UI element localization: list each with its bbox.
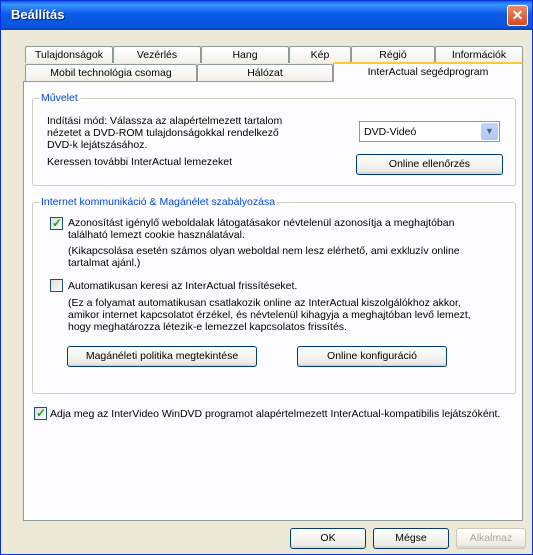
tab-informaciok[interactable]: Információk [435,46,523,63]
ok-button[interactable]: OK [290,528,366,549]
close-button[interactable]: ✕ [507,5,528,26]
settings-dialog: Beállítás ✕ Tulajdonságok Vezérlés Hang … [0,0,533,555]
privacy-group: Internet kommunikáció & Magánélet szabál… [32,196,516,394]
cookie-label-2: található lemezt cookie használatával. [68,229,245,241]
check-icon: ✓ [36,406,47,420]
startup-mode-text-2: nézetet a DVD-ROM tulajdonságokkal rende… [47,127,279,139]
cookie-note-2: tartalmat ajánl.) [68,257,141,269]
action-group-legend: Művelet [39,92,80,104]
tab-tulajdonsagok[interactable]: Tulajdonságok [25,46,113,63]
cancel-button[interactable]: Mégse [373,528,449,549]
auto-update-label: Automatikusan keresi az InterActual fris… [68,280,298,292]
tab-mobil-technologia[interactable]: Mobil technológia csomag [25,64,197,81]
auto-update-checkbox[interactable] [50,279,63,292]
chevron-down-icon[interactable]: ▼ [481,123,498,140]
tab-vezerles[interactable]: Vezérlés [113,46,201,63]
auto-update-note-1: (Ez a folyamat automatikusan csatlakozik… [68,297,461,309]
default-player-checkbox[interactable]: ✓ [34,406,47,420]
check-icon: ✓ [52,216,63,230]
startup-mode-select[interactable]: DVD-Videó ▼ [359,121,500,142]
search-discs-label: Keressen további InterActual lemezeket [47,156,233,168]
privacy-policy-button[interactable]: Magánéleti politika megtekintése [67,346,257,367]
tab-interactual[interactable]: InterActual segédprogram [333,62,523,82]
tab-regio[interactable]: Régió [351,46,435,63]
startup-mode-text-3: DVD-k lejátszásához. [47,139,148,151]
tab-panel: Művelet Indítási mód: Válassza az alapér… [23,81,523,521]
title-bar[interactable]: Beállítás ✕ [1,1,532,30]
startup-mode-text-1: Indítási mód: Válassza az alapértelmezet… [47,115,283,127]
online-config-button[interactable]: Online konfiguráció [297,346,447,367]
startup-mode-value: DVD-Videó [364,126,417,138]
online-check-button[interactable]: Online ellenőrzés [356,154,503,175]
tab-hang[interactable]: Hang [201,46,289,63]
tab-row-1: Tulajdonságok Vezérlés Hang Kép Régió In… [25,46,523,63]
cookie-note-1: (Kikapcsolása esetén számos olyan webold… [68,245,460,257]
auto-update-note-2: amikor internet kapcsolatot érzékel, és … [68,309,471,321]
action-group: Művelet Indítási mód: Válassza az alapér… [32,92,516,186]
default-player-label: Adja meg az InterVideo WinDVD programot … [50,408,501,420]
privacy-group-legend: Internet kommunikáció & Magánélet szabál… [39,196,278,208]
tab-halozat[interactable]: Hálózat [197,64,333,81]
auto-update-note-3: hogy meghatározza létezik-e lemezzel kap… [68,321,347,333]
tab-kep[interactable]: Kép [289,46,351,63]
tab-row-2: Mobil technológia csomag Hálózat InterAc… [25,62,523,82]
apply-button[interactable]: Alkalmaz [456,528,526,549]
window-title: Beállítás [11,7,65,22]
cookie-label-1: Azonosítást igénylő weboldalak látogatás… [68,217,455,229]
cookie-checkbox[interactable]: ✓ [50,216,63,230]
